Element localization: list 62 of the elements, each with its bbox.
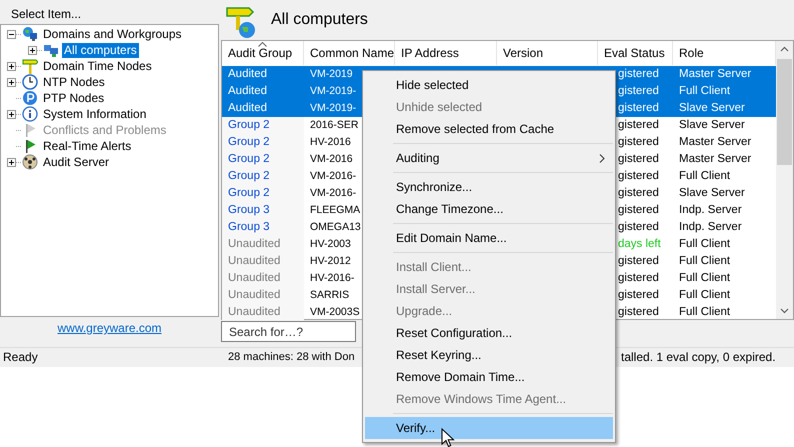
table-cell: Unaudited <box>222 287 304 304</box>
table-cell-text: VM-2019- <box>309 101 358 116</box>
table-cell-text: gistered <box>617 84 660 99</box>
table-cell: Unaudited <box>222 236 304 253</box>
table-cell-text: 2016-SER <box>309 118 360 133</box>
table-cell-text: Full Client <box>678 169 732 184</box>
table-cell-text: gistered <box>617 67 660 82</box>
table-cell: Group 2 <box>222 151 304 168</box>
table-cell-text: Master Server <box>678 152 752 167</box>
table-cell-text: HV-2016- <box>309 271 356 286</box>
view-title: All computers <box>271 11 368 29</box>
table-cell-text: VM-2003S <box>309 305 361 320</box>
table-cell: Unaudited <box>222 304 304 321</box>
table-cell-text: gistered <box>617 101 660 116</box>
table-cell-text: SARRIS <box>309 288 350 303</box>
table-cell-text: HV-2003 <box>309 237 352 252</box>
table-cell-text: Full Client <box>678 305 732 320</box>
status-text: 28 machines: 28 with Don <box>228 350 356 365</box>
table-cell-text: HV-2012 <box>309 254 352 269</box>
table-cell: Group 2 <box>222 117 304 134</box>
table-cell-text: gistered <box>617 152 660 167</box>
table-cell-text: VM-2019- <box>309 84 358 99</box>
status-text: talled. 1 eval copy, 0 expired. <box>621 349 776 366</box>
table-cell-text: gistered <box>617 220 660 235</box>
table-cell: Group 2 <box>222 168 304 185</box>
table-cell: Group 2 <box>222 134 304 151</box>
table-cell-text: Slave Server <box>678 118 746 133</box>
table-cell-text: Indp. Server <box>678 203 743 218</box>
table-cell-text: Full Client <box>678 84 732 99</box>
table-cell-text: days left <box>617 237 662 252</box>
table-cell-text: VM-2016 <box>309 152 354 167</box>
table-cell-text: gistered <box>617 135 660 150</box>
table-cell-text: Master Server <box>678 135 752 150</box>
table-cell: Group 2 <box>222 185 304 202</box>
table-cell: Group 3 <box>222 219 304 236</box>
table-cell-text: Indp. Server <box>678 220 743 235</box>
table-cell-text: VM-2016- <box>309 186 358 201</box>
status-text: Ready <box>2 349 39 366</box>
table-cell-text: Full Client <box>678 288 732 303</box>
table-cell-text: OMEGA13 <box>309 220 362 235</box>
table-cell-text: VM-2016- <box>309 169 358 184</box>
table-cell-text: gistered <box>617 203 660 218</box>
table-cell-text: gistered <box>617 169 660 184</box>
panel-label: Select Item... <box>11 7 82 23</box>
table-cell-text: gistered <box>617 118 660 133</box>
table-cell-text: FLEEGMA <box>309 203 362 218</box>
table-cell: Unaudited <box>222 270 304 287</box>
table-cell: Unaudited <box>222 253 304 270</box>
table-cell-text: gistered <box>617 271 660 286</box>
table-cell-text: gistered <box>617 288 660 303</box>
table-cell-text: Full Client <box>678 271 732 286</box>
table-cell-text: gistered <box>617 186 660 201</box>
table-cell-text: gistered <box>617 254 660 269</box>
table-cell-text: VM-2019 <box>309 67 354 82</box>
table-cell-text: Slave Server <box>678 186 746 201</box>
table-cell-text: Full Client <box>678 254 732 269</box>
table-cell-text: Slave Server <box>678 101 746 116</box>
table-cell-text: Full Client <box>678 237 732 252</box>
table-cell: Group 3 <box>222 202 304 219</box>
table-cell-text: HV-2016 <box>309 135 352 150</box>
table-cell-text: gistered <box>617 305 660 320</box>
table-cell-text: Master Server <box>678 67 752 82</box>
